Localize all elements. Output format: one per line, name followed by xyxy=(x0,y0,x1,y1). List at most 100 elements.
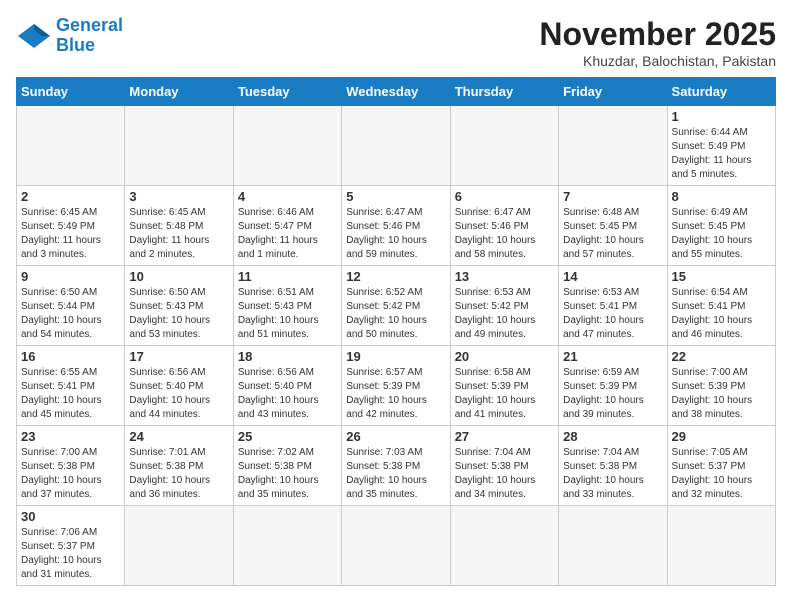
day-info: Sunrise: 6:49 AM Sunset: 5:45 PM Dayligh… xyxy=(672,206,771,262)
calendar-cell: 13 Sunrise: 6:53 AM Sunset: 5:42 PM Dayli… xyxy=(450,266,558,346)
day-number: 17 xyxy=(129,349,228,364)
day-info: Sunrise: 6:58 AM Sunset: 5:39 PM Dayligh… xyxy=(455,366,554,422)
day-info: Sunrise: 6:56 AM Sunset: 5:40 PM Dayligh… xyxy=(238,366,337,422)
day-number: 28 xyxy=(563,429,662,444)
day-info: Sunrise: 7:05 AM Sunset: 5:37 PM Dayligh… xyxy=(672,446,771,502)
calendar-week-6: 30Sunrise: 7:06 AM Sunset: 5:37 PM Dayli… xyxy=(17,506,776,586)
day-number: 8 xyxy=(672,189,771,204)
day-info: Sunrise: 6:56 AM Sunset: 5:40 PM Dayligh… xyxy=(129,366,228,422)
calendar-cell: 10Sunrise: 6:50 AM Sunset: 5:43 PM Dayli… xyxy=(125,266,233,346)
calendar-cell: 3 Sunrise: 6:45 AM Sunset: 5:48 PM Daylig… xyxy=(125,186,233,266)
day-number: 23 xyxy=(21,429,120,444)
day-info: Sunrise: 6:48 AM Sunset: 5:45 PM Dayligh… xyxy=(563,206,662,262)
day-number: 4 xyxy=(238,189,337,204)
day-info: Sunrise: 6:53 AM Sunset: 5:42 PM Dayligh… xyxy=(455,286,554,342)
day-number: 30 xyxy=(21,509,120,524)
title-block: November 2025 Khuzdar, Balochistan, Paki… xyxy=(539,16,776,69)
calendar-cell xyxy=(450,506,558,586)
calendar-cell xyxy=(233,506,341,586)
calendar-cell: 19Sunrise: 6:57 AM Sunset: 5:39 PM Dayli… xyxy=(342,346,450,426)
calendar-cell: 4 Sunrise: 6:46 AM Sunset: 5:47 PM Daylig… xyxy=(233,186,341,266)
day-number: 6 xyxy=(455,189,554,204)
day-number: 12 xyxy=(346,269,445,284)
calendar-cell: 5Sunrise: 6:47 AM Sunset: 5:46 PM Daylig… xyxy=(342,186,450,266)
day-info: Sunrise: 6:51 AM Sunset: 5:43 PM Dayligh… xyxy=(238,286,337,342)
calendar-cell: 17 Sunrise: 6:56 AM Sunset: 5:40 PM Dayli… xyxy=(125,346,233,426)
calendar-cell: 9Sunrise: 6:50 AM Sunset: 5:44 PM Daylig… xyxy=(17,266,125,346)
day-number: 5 xyxy=(346,189,445,204)
page-header: General Blue November 2025 Khuzdar, Balo… xyxy=(16,16,776,69)
calendar-week-5: 23 Sunrise: 7:00 AM Sunset: 5:38 PM Dayli… xyxy=(17,426,776,506)
day-info: Sunrise: 6:45 AM Sunset: 5:49 PM Dayligh… xyxy=(21,206,120,262)
day-number: 3 xyxy=(129,189,228,204)
calendar-cell: 24 Sunrise: 7:01 AM Sunset: 5:38 PM Dayli… xyxy=(125,426,233,506)
weekday-header-thursday: Thursday xyxy=(450,78,558,106)
day-info: Sunrise: 6:53 AM Sunset: 5:41 PM Dayligh… xyxy=(563,286,662,342)
day-number: 13 xyxy=(455,269,554,284)
day-number: 25 xyxy=(238,429,337,444)
calendar-cell xyxy=(125,106,233,186)
calendar-cell: 11 Sunrise: 6:51 AM Sunset: 5:43 PM Dayli… xyxy=(233,266,341,346)
day-info: Sunrise: 7:04 AM Sunset: 5:38 PM Dayligh… xyxy=(563,446,662,502)
day-info: Sunrise: 7:00 AM Sunset: 5:38 PM Dayligh… xyxy=(21,446,120,502)
day-info: Sunrise: 6:44 AM Sunset: 5:49 PM Dayligh… xyxy=(672,126,771,182)
calendar-cell: 23 Sunrise: 7:00 AM Sunset: 5:38 PM Dayli… xyxy=(17,426,125,506)
day-info: Sunrise: 7:04 AM Sunset: 5:38 PM Dayligh… xyxy=(455,446,554,502)
calendar-cell: 25 Sunrise: 7:02 AM Sunset: 5:38 PM Dayli… xyxy=(233,426,341,506)
weekday-header-friday: Friday xyxy=(559,78,667,106)
calendar-body: 1 Sunrise: 6:44 AM Sunset: 5:49 PM Daylig… xyxy=(17,106,776,586)
calendar-cell: 1 Sunrise: 6:44 AM Sunset: 5:49 PM Daylig… xyxy=(667,106,775,186)
calendar-table: SundayMondayTuesdayWednesdayThursdayFrid… xyxy=(16,77,776,586)
day-info: Sunrise: 6:50 AM Sunset: 5:43 PM Dayligh… xyxy=(129,286,228,342)
day-number: 9 xyxy=(21,269,120,284)
day-number: 29 xyxy=(672,429,771,444)
weekday-header-wednesday: Wednesday xyxy=(342,78,450,106)
day-info: Sunrise: 7:01 AM Sunset: 5:38 PM Dayligh… xyxy=(129,446,228,502)
calendar-cell: 21Sunrise: 6:59 AM Sunset: 5:39 PM Dayli… xyxy=(559,346,667,426)
location: Khuzdar, Balochistan, Pakistan xyxy=(539,53,776,69)
logo: General Blue xyxy=(16,16,123,56)
day-number: 18 xyxy=(238,349,337,364)
calendar-cell xyxy=(667,506,775,586)
day-number: 15 xyxy=(672,269,771,284)
calendar-cell: 15Sunrise: 6:54 AM Sunset: 5:41 PM Dayli… xyxy=(667,266,775,346)
calendar-cell xyxy=(125,506,233,586)
day-info: Sunrise: 6:45 AM Sunset: 5:48 PM Dayligh… xyxy=(129,206,228,262)
calendar-cell: 2Sunrise: 6:45 AM Sunset: 5:49 PM Daylig… xyxy=(17,186,125,266)
day-number: 19 xyxy=(346,349,445,364)
calendar-cell xyxy=(342,506,450,586)
calendar-cell xyxy=(233,106,341,186)
logo-text: General Blue xyxy=(56,16,123,56)
day-info: Sunrise: 6:55 AM Sunset: 5:41 PM Dayligh… xyxy=(21,366,120,422)
calendar-cell xyxy=(559,106,667,186)
day-info: Sunrise: 6:46 AM Sunset: 5:47 PM Dayligh… xyxy=(238,206,337,262)
day-info: Sunrise: 7:03 AM Sunset: 5:38 PM Dayligh… xyxy=(346,446,445,502)
calendar-cell: 20 Sunrise: 6:58 AM Sunset: 5:39 PM Dayli… xyxy=(450,346,558,426)
weekday-header-tuesday: Tuesday xyxy=(233,78,341,106)
day-number: 24 xyxy=(129,429,228,444)
logo-general: General xyxy=(56,15,123,35)
calendar-cell xyxy=(450,106,558,186)
day-info: Sunrise: 7:00 AM Sunset: 5:39 PM Dayligh… xyxy=(672,366,771,422)
weekday-header-sunday: Sunday xyxy=(17,78,125,106)
weekday-header-saturday: Saturday xyxy=(667,78,775,106)
calendar-cell: 26 Sunrise: 7:03 AM Sunset: 5:38 PM Dayli… xyxy=(342,426,450,506)
day-info: Sunrise: 6:59 AM Sunset: 5:39 PM Dayligh… xyxy=(563,366,662,422)
calendar-week-3: 9Sunrise: 6:50 AM Sunset: 5:44 PM Daylig… xyxy=(17,266,776,346)
logo-blue: Blue xyxy=(56,35,95,55)
day-number: 1 xyxy=(672,109,771,124)
calendar-week-2: 2Sunrise: 6:45 AM Sunset: 5:49 PM Daylig… xyxy=(17,186,776,266)
calendar-cell: 18 Sunrise: 6:56 AM Sunset: 5:40 PM Dayli… xyxy=(233,346,341,426)
day-info: Sunrise: 6:47 AM Sunset: 5:46 PM Dayligh… xyxy=(455,206,554,262)
day-number: 26 xyxy=(346,429,445,444)
calendar-week-1: 1 Sunrise: 6:44 AM Sunset: 5:49 PM Daylig… xyxy=(17,106,776,186)
day-number: 20 xyxy=(455,349,554,364)
day-info: Sunrise: 7:02 AM Sunset: 5:38 PM Dayligh… xyxy=(238,446,337,502)
day-number: 11 xyxy=(238,269,337,284)
weekday-header-monday: Monday xyxy=(125,78,233,106)
weekday-header-row: SundayMondayTuesdayWednesdayThursdayFrid… xyxy=(17,78,776,106)
day-info: Sunrise: 6:52 AM Sunset: 5:42 PM Dayligh… xyxy=(346,286,445,342)
day-number: 7 xyxy=(563,189,662,204)
calendar-cell: 14Sunrise: 6:53 AM Sunset: 5:41 PM Dayli… xyxy=(559,266,667,346)
calendar-cell xyxy=(342,106,450,186)
